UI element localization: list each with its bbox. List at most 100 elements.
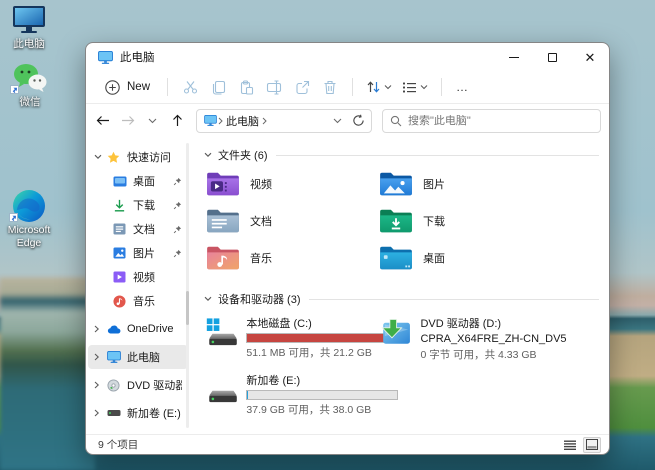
drive-tile-d[interactable]: DVD 驱动器 (D:) CPRA_X64FRE_ZH-CN_DV5 0 字节 … — [379, 315, 549, 362]
folder-label: 下载 — [423, 213, 445, 229]
sidebar-item-onedrive[interactable]: OneDrive — [88, 317, 188, 341]
folder-tile-pictures[interactable]: 图片 — [379, 169, 546, 199]
section-title: 文件夹 (6) — [218, 147, 268, 163]
details-view-button[interactable] — [561, 437, 579, 453]
sort-button[interactable] — [361, 75, 397, 99]
close-button[interactable]: ✕ — [571, 43, 609, 71]
sidebar-item-label: 图片 — [133, 245, 155, 261]
documents-icon — [112, 223, 127, 235]
system-disk-icon — [206, 315, 238, 351]
search-input[interactable] — [408, 115, 593, 127]
sidebar-item-pictures[interactable]: 图片 — [88, 241, 188, 265]
section-divider — [309, 299, 600, 300]
refresh-icon[interactable] — [352, 114, 365, 127]
breadcrumb-item[interactable]: 此电脑 — [226, 113, 259, 129]
sidebar-item-dvd-drive[interactable]: DVD 驱动器 (D:) — [88, 373, 188, 397]
chevron-right-icon[interactable] — [94, 353, 106, 361]
sidebar-item-downloads[interactable]: 下载 — [88, 193, 188, 217]
sidebar-item-quick-access[interactable]: 快速访问 — [88, 145, 188, 169]
chevron-down-icon — [384, 84, 392, 90]
folder-tile-documents[interactable]: 文档 — [206, 206, 373, 236]
rename-button[interactable] — [260, 75, 288, 99]
back-button[interactable] — [92, 110, 113, 132]
breadcrumb[interactable]: 此电脑 — [196, 109, 372, 133]
sidebar-item-label: 下载 — [133, 197, 155, 213]
maximize-button[interactable] — [533, 43, 571, 71]
sidebar-item-label: 视频 — [133, 269, 155, 285]
section-title: 设备和驱动器 (3) — [218, 291, 301, 307]
minimize-button[interactable] — [495, 43, 533, 71]
sidebar-item-this-pc[interactable]: 此电脑 — [88, 345, 188, 369]
file-explorer-window: 此电脑 ✕ New — [85, 42, 610, 455]
drive-tile-c[interactable]: 本地磁盘 (C:) 51.1 MB 可用，共 21.2 GB — [206, 315, 376, 362]
chevron-right-icon — [217, 117, 224, 125]
videos-folder-icon — [206, 170, 240, 198]
drive-tile-e[interactable]: 新加卷 (E:) 37.9 GB 可用，共 38.0 GB — [206, 372, 376, 417]
scrollbar-thumb[interactable] — [186, 291, 189, 325]
paste-button[interactable] — [232, 75, 260, 99]
drive-caption: 37.9 GB 可用，共 38.0 GB — [246, 402, 376, 417]
copy-button[interactable] — [204, 75, 232, 99]
sidebar-item-music[interactable]: 音乐 — [88, 289, 188, 313]
window-title: 此电脑 — [120, 49, 155, 65]
star-icon — [106, 151, 121, 164]
sidebar-item-label: 文档 — [133, 221, 155, 237]
chevron-right-icon[interactable] — [94, 325, 106, 333]
up-button[interactable] — [167, 110, 188, 132]
downloads-icon — [112, 199, 127, 212]
sidebar-item-videos[interactable]: 视频 — [88, 265, 188, 289]
cut-button[interactable] — [176, 75, 204, 99]
folder-tile-music[interactable]: 音乐 — [206, 243, 373, 273]
computer-icon — [106, 351, 121, 363]
chevron-down-icon[interactable] — [333, 118, 342, 124]
edge-icon — [11, 190, 47, 222]
more-options-button[interactable]: … — [450, 80, 475, 94]
pin-icon — [173, 225, 182, 234]
chevron-down-icon[interactable] — [204, 152, 212, 158]
delete-button[interactable] — [316, 75, 344, 99]
chevron-down-icon[interactable] — [204, 296, 212, 302]
shortcut-arrow-icon — [10, 85, 19, 94]
share-button[interactable] — [288, 75, 316, 99]
folder-label: 音乐 — [250, 250, 272, 266]
drive-name: 新加卷 (E:) — [246, 372, 376, 388]
dvd-icon — [106, 379, 121, 392]
drive-name: DVD 驱动器 (D:) — [420, 315, 549, 331]
large-icons-view-button[interactable] — [583, 437, 601, 453]
chevron-down-icon — [420, 84, 428, 90]
new-button[interactable]: New — [96, 76, 159, 99]
onedrive-icon — [106, 325, 121, 334]
desktop-icon-label: Microsoft Edge — [0, 224, 58, 249]
sidebar-item-new-volume[interactable]: 新加卷 (E:) — [88, 401, 188, 425]
chevron-down-icon[interactable] — [94, 154, 106, 160]
folder-tile-videos[interactable]: 视频 — [206, 169, 373, 199]
sidebar-item-network[interactable]: 网络 — [88, 429, 188, 434]
sidebar-item-documents[interactable]: 文档 — [88, 217, 188, 241]
file-list-pane: 文件夹 (6) 视频 图片 文档 下载 — [190, 137, 609, 434]
maximize-icon — [548, 53, 557, 62]
folder-tile-downloads[interactable]: 下载 — [379, 206, 546, 236]
new-button-label: New — [127, 81, 150, 93]
folder-tile-desktop[interactable]: 桌面 — [379, 243, 546, 273]
chevron-right-icon[interactable] — [94, 409, 106, 417]
recent-locations-button[interactable] — [142, 110, 163, 132]
desktop-icon-wechat[interactable]: 微信 — [1, 62, 59, 109]
forward-button[interactable] — [117, 110, 138, 132]
desktop-icon-this-pc[interactable]: 此电脑 — [0, 4, 58, 51]
forward-arrow-icon — [121, 115, 135, 126]
computer-icon — [98, 51, 113, 64]
drive-caption: 0 字节 可用，共 4.33 GB — [420, 347, 549, 362]
sidebar-scrollbar[interactable] — [186, 143, 189, 428]
desktop-icon-edge[interactable]: Microsoft Edge — [0, 190, 58, 249]
title-bar[interactable]: 此电脑 ✕ — [86, 43, 609, 71]
pictures-icon — [112, 247, 127, 259]
drives-section-header[interactable]: 设备和驱动器 (3) — [204, 289, 599, 309]
view-button[interactable] — [397, 75, 433, 99]
folders-section-header[interactable]: 文件夹 (6) — [204, 145, 599, 165]
search-box[interactable] — [382, 109, 601, 133]
sidebar-item-label: 桌面 — [133, 173, 155, 189]
sidebar-item-desktop[interactable]: 桌面 — [88, 169, 188, 193]
wechat-icon — [12, 62, 48, 94]
delete-icon — [323, 80, 337, 95]
chevron-right-icon[interactable] — [94, 381, 106, 389]
